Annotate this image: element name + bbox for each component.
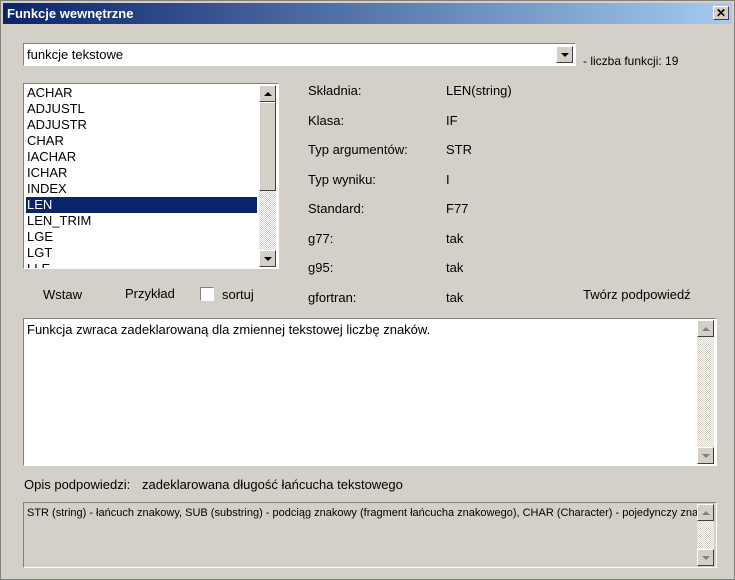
scroll-down-button[interactable] bbox=[259, 250, 276, 267]
detail-label: Klasa: bbox=[308, 112, 345, 128]
list-item[interactable]: ICHAR bbox=[26, 165, 257, 181]
list-item[interactable]: ACHAR bbox=[26, 85, 257, 101]
detail-value: tak bbox=[446, 230, 464, 246]
list-item[interactable]: LEN_TRIM bbox=[26, 213, 257, 229]
legend-scrollbar[interactable] bbox=[697, 504, 714, 566]
hint-label: Opis podpowiedzi: bbox=[24, 477, 131, 492]
category-select-value: funkcje tekstowe bbox=[27, 47, 124, 62]
argument-legend-box[interactable]: STR (string) - łańcuch znakowy, SUB (sub… bbox=[23, 502, 717, 568]
list-item[interactable]: LLE bbox=[26, 261, 257, 268]
detail-label: gfortran: bbox=[308, 289, 357, 305]
sort-label: sortuj bbox=[222, 287, 254, 302]
detail-value: tak bbox=[446, 260, 464, 275]
detail-value: F77 bbox=[446, 201, 469, 216]
hint-text: zadeklarowana długość łańcucha tekstoweg… bbox=[142, 477, 403, 492]
window-title: Funkcje wewnętrzne bbox=[7, 6, 134, 21]
desc-scroll-up-button[interactable] bbox=[697, 320, 714, 337]
list-item[interactable]: IACHAR bbox=[26, 149, 257, 165]
scroll-up-button[interactable] bbox=[259, 85, 276, 102]
scroll-up-icon bbox=[701, 326, 710, 331]
detail-value: LEN(string) bbox=[446, 83, 512, 98]
description-text: Funkcja zwraca zadeklarowaną dla zmienne… bbox=[27, 322, 431, 337]
detail-label: Standard: bbox=[308, 201, 365, 216]
description-textarea[interactable]: Funkcja zwraca zadeklarowaną dla zmienne… bbox=[23, 318, 717, 466]
detail-value: STR bbox=[446, 142, 472, 157]
insert-button[interactable]: Wstaw bbox=[43, 287, 82, 302]
function-count: - liczba funkcji: 19 bbox=[583, 54, 679, 68]
scroll-down-icon bbox=[701, 453, 710, 458]
close-icon: ✕ bbox=[715, 6, 727, 20]
category-dropdown-button[interactable] bbox=[556, 46, 573, 63]
chevron-down-icon bbox=[560, 52, 569, 57]
detail-value: tak bbox=[446, 289, 464, 305]
list-item[interactable]: LGE bbox=[26, 229, 257, 245]
legend-scroll-down-button[interactable] bbox=[697, 549, 714, 566]
list-item[interactable]: LEN bbox=[26, 197, 257, 213]
create-hint-button[interactable]: Twórz podpowiedź bbox=[583, 287, 691, 302]
sort-checkbox[interactable] bbox=[200, 287, 214, 301]
detail-value: I bbox=[446, 171, 450, 187]
list-item[interactable]: LGT bbox=[26, 245, 257, 261]
function-list-scrollbar[interactable] bbox=[259, 85, 276, 267]
category-select[interactable]: funkcje tekstowe bbox=[23, 43, 576, 66]
desc-scroll-down-button[interactable] bbox=[697, 447, 714, 464]
scroll-up-icon bbox=[701, 510, 710, 515]
example-button[interactable]: Przykład bbox=[125, 286, 175, 301]
detail-label: Składnia: bbox=[308, 83, 362, 98]
scroll-thumb[interactable] bbox=[259, 102, 276, 191]
list-item[interactable]: ADJUSTL bbox=[26, 101, 257, 117]
legend-scroll-up-button[interactable] bbox=[697, 504, 714, 521]
scroll-down-icon bbox=[263, 256, 272, 261]
detail-label: g77: bbox=[308, 230, 334, 246]
list-item[interactable]: ADJUSTR bbox=[26, 117, 257, 133]
detail-value: IF bbox=[446, 112, 458, 128]
argument-legend-text: STR (string) - łańcuch znakowy, SUB (sub… bbox=[27, 507, 707, 519]
scroll-down-icon bbox=[701, 555, 710, 560]
detail-label: Typ wyniku: bbox=[308, 171, 376, 187]
detail-label: g95: bbox=[308, 260, 334, 275]
list-item[interactable]: INDEX bbox=[26, 181, 257, 197]
list-item[interactable]: CHAR bbox=[26, 133, 257, 149]
function-list[interactable]: ACHAR ADJUSTL ADJUSTR CHAR IACHAR ICHAR INDEX L… bbox=[23, 83, 279, 269]
close-button[interactable]: ✕ bbox=[713, 6, 729, 20]
scroll-up-icon bbox=[263, 91, 272, 96]
detail-label: Typ argumentów: bbox=[308, 142, 408, 157]
description-scrollbar[interactable] bbox=[697, 320, 714, 464]
title-bar[interactable]: Funkcje wewnętrzne ✕ bbox=[3, 3, 732, 24]
